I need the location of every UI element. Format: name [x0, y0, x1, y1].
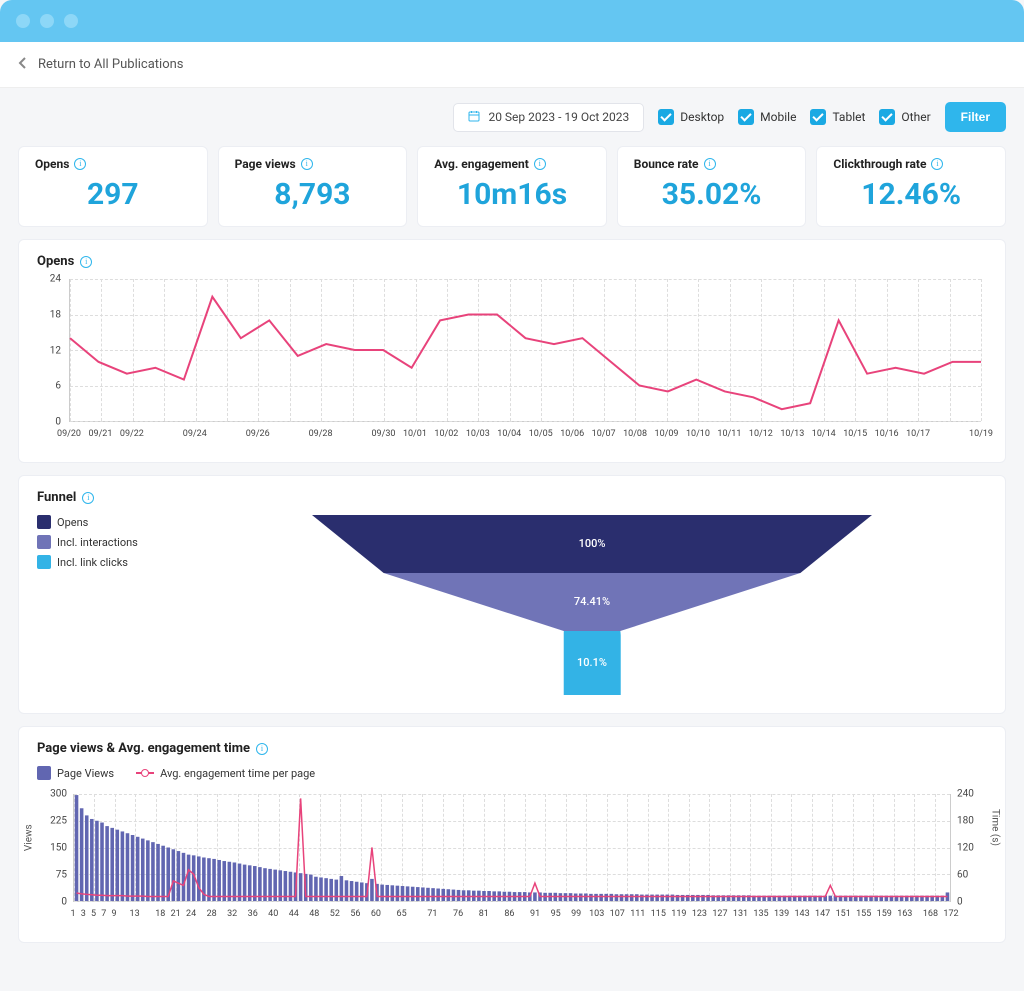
window-dot	[16, 14, 30, 28]
date-range-picker[interactable]: 20 Sep 2023 - 19 Oct 2023	[453, 103, 644, 132]
kpi-value: 12.46%	[833, 177, 989, 212]
kpi-value: 35.02%	[634, 177, 790, 212]
legend-swatch	[37, 766, 51, 780]
checkbox-tablet[interactable]: Tablet	[810, 109, 865, 125]
return-label: Return to All Publications	[38, 57, 184, 72]
checkbox-other[interactable]: Other	[879, 109, 930, 125]
pageviews-panel: Page views & Avg. engagement timei Page …	[18, 726, 1006, 943]
checkbox-icon	[810, 109, 826, 125]
date-range-text: 20 Sep 2023 - 19 Oct 2023	[488, 110, 629, 124]
checkbox-icon	[658, 109, 674, 125]
opens-chart-panel: Opensi 06121824 09/2009/2109/2209/2409/2…	[18, 239, 1006, 463]
checkbox-icon	[879, 109, 895, 125]
kpi-bounce-rate: Bounce ratei 35.02%	[617, 146, 807, 227]
legend-swatch	[37, 535, 51, 549]
info-icon[interactable]: i	[82, 492, 94, 504]
info-icon[interactable]: i	[534, 158, 546, 170]
browser-titlebar	[0, 0, 1024, 42]
axis-label-right: Time (s)	[990, 809, 1001, 846]
opens-chart: 06121824 09/2009/2109/2209/2409/2609/280…	[37, 279, 987, 444]
legend-swatch	[37, 555, 51, 569]
pageviews-chart: Views 075150225300 060120180240 Time (s)…	[37, 794, 987, 924]
funnel-chart: 100%74.41%10.1%	[197, 515, 987, 695]
info-icon[interactable]: i	[931, 158, 943, 170]
kpi-value: 297	[35, 177, 191, 212]
browser-frame: Return to All Publications 20 Sep 2023 -…	[0, 0, 1024, 991]
window-dot	[64, 14, 78, 28]
funnel-panel: Funneli Opens Incl. interactions Incl. l…	[18, 475, 1006, 714]
info-icon[interactable]: i	[80, 256, 92, 268]
legend-swatch	[37, 515, 51, 529]
pageviews-legend: Page Views Avg. engagement time per page	[37, 766, 987, 786]
kpi-opens: Opensi 297	[18, 146, 208, 227]
legend-line-swatch	[136, 772, 154, 774]
kpi-clickthrough: Clickthrough ratei 12.46%	[816, 146, 1006, 227]
kpi-page-views: Page viewsi 8,793	[218, 146, 408, 227]
controls-row: 20 Sep 2023 - 19 Oct 2023 Desktop Mobile…	[18, 102, 1006, 132]
chevron-left-icon	[18, 56, 28, 74]
axis-label-left: Views	[24, 824, 35, 851]
checkbox-desktop[interactable]: Desktop	[658, 109, 724, 125]
return-bar[interactable]: Return to All Publications	[0, 42, 1024, 88]
info-icon[interactable]: i	[74, 158, 86, 170]
calendar-icon	[468, 110, 480, 125]
kpi-value: 10m16s	[434, 177, 590, 212]
funnel-legend: Opens Incl. interactions Incl. link clic…	[37, 515, 177, 695]
info-icon[interactable]: i	[704, 158, 716, 170]
checkbox-icon	[738, 109, 754, 125]
info-icon[interactable]: i	[301, 158, 313, 170]
kpi-value: 8,793	[235, 177, 391, 212]
info-icon[interactable]: i	[256, 743, 268, 755]
kpi-avg-engagement: Avg. engagementi 10m16s	[417, 146, 607, 227]
window-dot	[40, 14, 54, 28]
checkbox-mobile[interactable]: Mobile	[738, 109, 796, 125]
filter-button[interactable]: Filter	[945, 102, 1006, 132]
kpi-row: Opensi 297 Page viewsi 8,793 Avg. engage…	[18, 146, 1006, 227]
dashboard-content: 20 Sep 2023 - 19 Oct 2023 Desktop Mobile…	[0, 88, 1024, 991]
